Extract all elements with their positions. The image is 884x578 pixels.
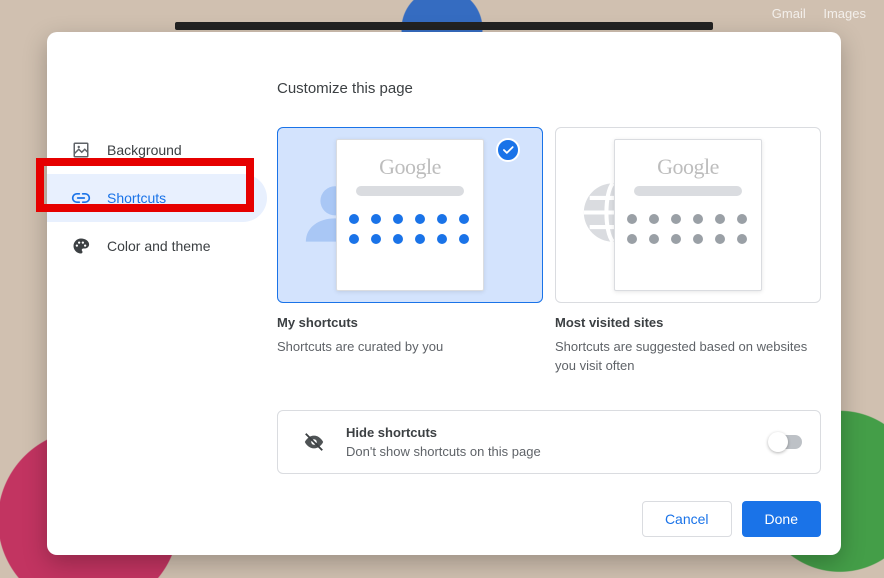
option-desc: Shortcuts are suggested based on website… <box>555 338 821 376</box>
images-link[interactable]: Images <box>823 6 866 21</box>
nav-label: Background <box>107 142 182 158</box>
google-logo-text: Google <box>379 154 441 180</box>
option-most-visited[interactable]: Google <box>555 127 821 303</box>
hide-title: Hide shortcuts <box>346 425 541 440</box>
option-desc: Shortcuts are curated by you <box>277 338 543 357</box>
customize-dialog: Background Shortcuts <box>47 32 841 555</box>
nav-color-theme[interactable]: Color and theme <box>47 222 277 270</box>
nav-shortcuts[interactable]: Shortcuts <box>47 174 267 222</box>
shortcut-dots <box>627 214 749 244</box>
hide-desc: Don't show shortcuts on this page <box>346 444 541 459</box>
palette-icon <box>71 237 91 255</box>
dialog-title: Customize this page <box>277 80 821 97</box>
shortcut-tile-preview: Google <box>336 139 484 291</box>
checkmark-icon <box>496 138 520 162</box>
hide-shortcuts-toggle[interactable] <box>770 435 802 449</box>
nav-label: Shortcuts <box>107 190 166 206</box>
toggle-knob <box>768 432 788 452</box>
shortcut-dots <box>349 214 471 244</box>
search-bar-placeholder <box>634 186 742 196</box>
hide-shortcuts-row: Hide shortcuts Don't show shortcuts on t… <box>277 410 821 474</box>
nav-label: Color and theme <box>107 238 211 254</box>
option-my-shortcuts[interactable]: Google <box>277 127 543 303</box>
image-icon <box>71 141 91 159</box>
done-button[interactable]: Done <box>742 501 821 537</box>
shortcut-tile-preview: Google <box>614 139 762 291</box>
gmail-link[interactable]: Gmail <box>772 6 806 21</box>
option-title: My shortcuts <box>277 315 543 330</box>
eye-off-icon <box>296 431 332 453</box>
search-bar-shadow <box>175 22 713 30</box>
nav-background[interactable]: Background <box>47 126 277 174</box>
option-title: Most visited sites <box>555 315 821 330</box>
dialog-sidebar: Background Shortcuts <box>47 32 277 487</box>
cancel-button[interactable]: Cancel <box>642 501 732 537</box>
search-bar-placeholder <box>356 186 464 196</box>
link-icon <box>71 188 91 208</box>
google-logo-text: Google <box>657 154 719 180</box>
